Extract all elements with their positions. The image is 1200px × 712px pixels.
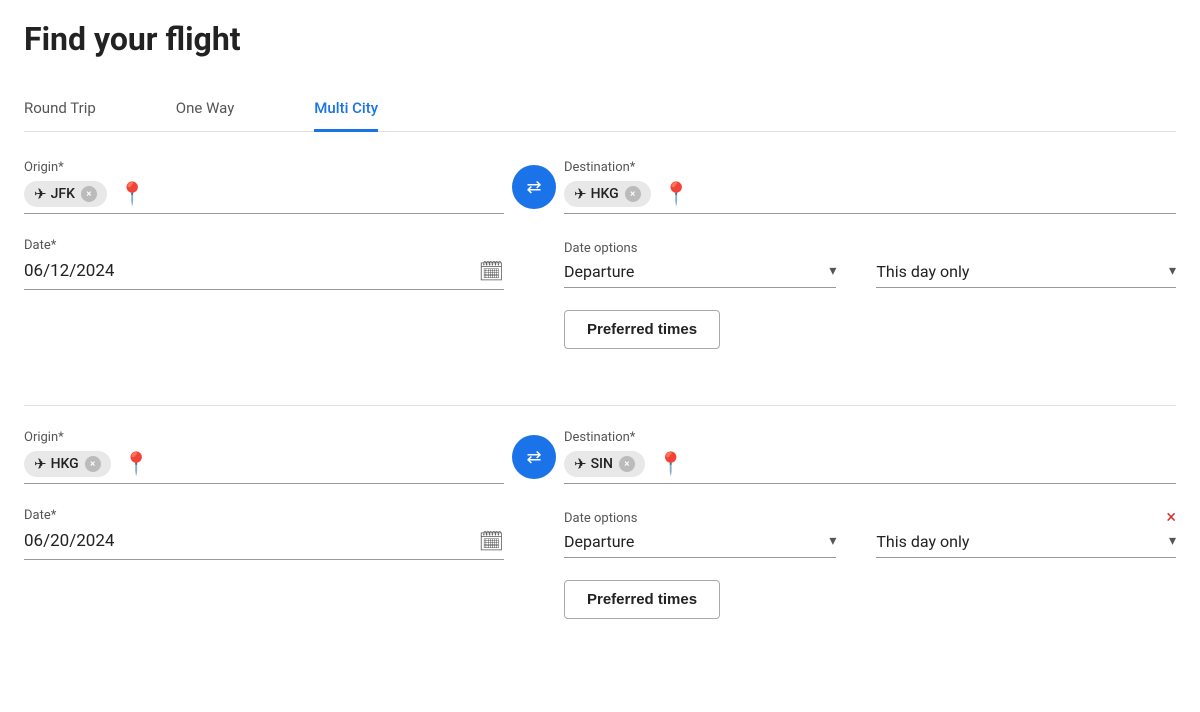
date-options-group-1: Date options Departure ▾ bbox=[564, 241, 836, 288]
date-left-2: Date* 06/20/2024 🗓 bbox=[24, 508, 504, 560]
date-right-1: Date options Departure ▾ This day only ▾ bbox=[564, 241, 1176, 288]
flight-segment-1: Origin* ✈ JFK × 📍 ⇄ Destination* bbox=[24, 160, 1176, 381]
day-filter-group-1: This day only ▾ bbox=[876, 241, 1176, 288]
swap-area-2: ⇄ bbox=[504, 435, 564, 479]
date-underline-2: 06/20/2024 🗓 bbox=[24, 529, 504, 560]
dest-section-2: Destination* ✈ SIN × 📍 bbox=[564, 430, 1176, 484]
origin-remove-2[interactable]: × bbox=[85, 456, 101, 472]
date-row-2: Date* 06/20/2024 🗓 Date options Departur… bbox=[24, 508, 1176, 560]
origin-code-2: HKG bbox=[51, 456, 79, 472]
swap-area-1: ⇄ bbox=[504, 165, 564, 209]
origin-dest-row-1: Origin* ✈ JFK × 📍 ⇄ Destination* bbox=[24, 160, 1176, 214]
day-filter-label-1 bbox=[876, 241, 1176, 256]
origin-label-2: Origin* bbox=[24, 430, 504, 445]
day-filter-chevron-2[interactable]: ▾ bbox=[1169, 533, 1176, 549]
date-right-2: Date options Departure ▾ This day only ▾… bbox=[564, 511, 1176, 558]
dest-label-1: Destination* bbox=[564, 160, 1176, 175]
date-options-chevron-2[interactable]: ▾ bbox=[829, 533, 836, 549]
dest-underline-1: ✈ HKG × 📍 bbox=[564, 181, 1176, 214]
date-label-1: Date* bbox=[24, 238, 504, 253]
tab-bar: Round Trip One Way Multi City bbox=[24, 86, 1176, 132]
segment-divider bbox=[24, 405, 1176, 406]
dest-pin-2[interactable]: 📍 bbox=[657, 452, 684, 477]
tab-multi-city[interactable]: Multi City bbox=[314, 87, 378, 132]
day-filter-group-2: This day only ▾ bbox=[876, 511, 1176, 558]
dest-label-2: Destination* bbox=[564, 430, 1176, 445]
page-title: Find your flight bbox=[24, 20, 1176, 58]
dest-section-1: Destination* ✈ HKG × 📍 bbox=[564, 160, 1176, 214]
dest-field-group-2: Destination* ✈ SIN × 📍 bbox=[564, 430, 1176, 484]
swap-button-1[interactable]: ⇄ bbox=[512, 165, 556, 209]
date-field-group-2: Date* 06/20/2024 🗓 bbox=[24, 508, 504, 560]
tab-one-way[interactable]: One Way bbox=[176, 87, 235, 132]
date-options-value-1: Departure bbox=[564, 262, 634, 281]
origin-dest-row-2: Origin* ✈ HKG × 📍 ⇄ Destination* bbox=[24, 430, 1176, 484]
date-label-2: Date* bbox=[24, 508, 504, 523]
day-filter-value-1: This day only bbox=[876, 262, 969, 281]
origin-section-2: Origin* ✈ HKG × 📍 bbox=[24, 430, 504, 484]
origin-field-group-2: Origin* ✈ HKG × 📍 bbox=[24, 430, 504, 484]
day-filter-label-2 bbox=[876, 511, 1176, 526]
flight-segment-2: Origin* ✈ HKG × 📍 ⇄ Destination* bbox=[24, 430, 1176, 651]
dest-code-1: HKG bbox=[591, 186, 619, 202]
dest-tag-1[interactable]: ✈ HKG × bbox=[564, 181, 651, 207]
preferred-times-button-2[interactable]: Preferred times bbox=[564, 580, 720, 619]
origin-underline-2: ✈ HKG × 📍 bbox=[24, 451, 504, 484]
date-value-1: 06/12/2024 bbox=[24, 261, 114, 281]
origin-tag-2[interactable]: ✈ HKG × bbox=[24, 451, 111, 477]
plane-icon-origin-1: ✈ bbox=[34, 185, 47, 203]
dest-tag-2[interactable]: ✈ SIN × bbox=[564, 451, 645, 477]
swap-button-2[interactable]: ⇄ bbox=[512, 435, 556, 479]
origin-underline-1: ✈ JFK × 📍 bbox=[24, 181, 504, 214]
dest-remove-2[interactable]: × bbox=[619, 456, 635, 472]
day-filter-chevron-1[interactable]: ▾ bbox=[1169, 263, 1176, 279]
origin-label-1: Origin* bbox=[24, 160, 504, 175]
origin-section-1: Origin* ✈ JFK × 📍 bbox=[24, 160, 504, 214]
dest-pin-1[interactable]: 📍 bbox=[663, 182, 690, 207]
plane-icon-dest-2: ✈ bbox=[574, 455, 587, 473]
day-filter-underline-1[interactable]: This day only ▾ bbox=[876, 262, 1176, 288]
date-options-underline-2[interactable]: Departure ▾ bbox=[564, 532, 836, 558]
preferred-times-row-1: Preferred times bbox=[24, 310, 1176, 349]
origin-remove-1[interactable]: × bbox=[81, 186, 97, 202]
date-options-group-2: Date options Departure ▾ bbox=[564, 511, 836, 558]
origin-field-group-1: Origin* ✈ JFK × 📍 bbox=[24, 160, 504, 214]
plane-icon-dest-1: ✈ bbox=[574, 185, 587, 203]
origin-pin-2[interactable]: 📍 bbox=[123, 452, 150, 477]
remove-segment-button-2[interactable]: × bbox=[1166, 507, 1176, 528]
date-options-label-2: Date options bbox=[564, 511, 836, 526]
day-filter-value-2: This day only bbox=[876, 532, 969, 551]
plane-icon-origin-2: ✈ bbox=[34, 455, 47, 473]
date-options-value-2: Departure bbox=[564, 532, 634, 551]
preferred-times-button-1[interactable]: Preferred times bbox=[564, 310, 720, 349]
preferred-times-row-2: Preferred times bbox=[24, 580, 1176, 619]
date-value-2: 06/20/2024 bbox=[24, 531, 114, 551]
swap-icon-1: ⇄ bbox=[526, 177, 541, 198]
date-field-group-1: Date* 06/12/2024 🗓 bbox=[24, 238, 504, 290]
calendar-icon-1[interactable]: 🗓 bbox=[479, 259, 504, 283]
date-row-1: Date* 06/12/2024 🗓 Date options Departur… bbox=[24, 238, 1176, 290]
dest-underline-2: ✈ SIN × 📍 bbox=[564, 451, 1176, 484]
tab-round-trip[interactable]: Round Trip bbox=[24, 87, 96, 132]
day-filter-underline-2[interactable]: This day only ▾ bbox=[876, 532, 1176, 558]
date-underline-1: 06/12/2024 🗓 bbox=[24, 259, 504, 290]
swap-icon-2: ⇄ bbox=[526, 447, 541, 468]
dest-code-2: SIN bbox=[591, 456, 613, 472]
dest-field-group-1: Destination* ✈ HKG × 📍 bbox=[564, 160, 1176, 214]
dest-remove-1[interactable]: × bbox=[625, 186, 641, 202]
date-left-1: Date* 06/12/2024 🗓 bbox=[24, 238, 504, 290]
date-options-label-1: Date options bbox=[564, 241, 836, 256]
date-options-underline-1[interactable]: Departure ▾ bbox=[564, 262, 836, 288]
origin-pin-1[interactable]: 📍 bbox=[119, 182, 146, 207]
date-options-chevron-1[interactable]: ▾ bbox=[829, 263, 836, 279]
calendar-icon-2[interactable]: 🗓 bbox=[479, 529, 504, 553]
origin-code-1: JFK bbox=[51, 186, 75, 202]
origin-tag-1[interactable]: ✈ JFK × bbox=[24, 181, 107, 207]
